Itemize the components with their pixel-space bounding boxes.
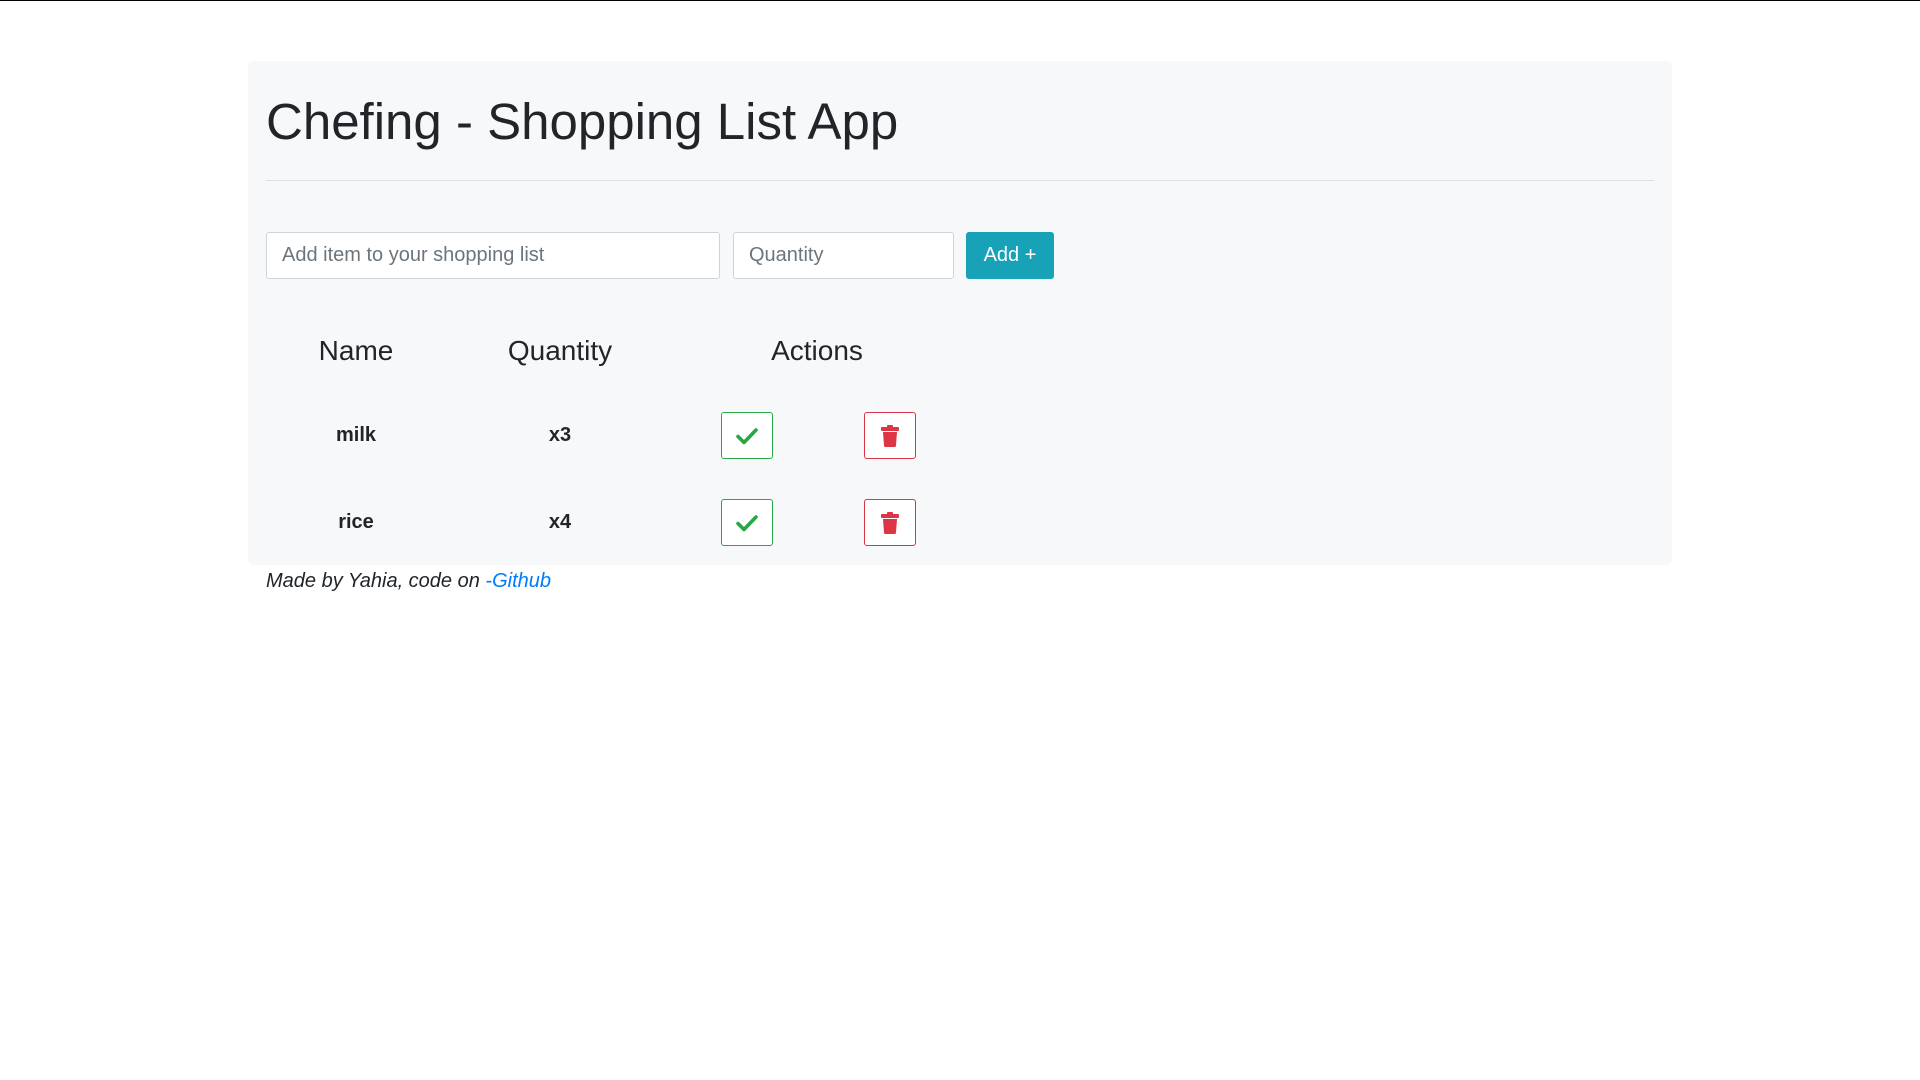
item-quantity: x3 (548, 424, 572, 446)
trash-icon (881, 424, 899, 447)
checkmark-icon (736, 514, 758, 531)
quantity-input[interactable] (733, 232, 954, 279)
trash-icon (881, 511, 899, 534)
page-title: Chefing - Shopping List App (266, 93, 899, 150)
top-border (0, 0, 1920, 1)
title-divider (266, 180, 1654, 181)
github-link[interactable]: -Github (485, 570, 551, 592)
item-quantity: x4 (548, 511, 572, 533)
footer: Made by Yahia, code on -Github (266, 570, 551, 593)
table-row: milk x3 (248, 412, 1008, 459)
app-panel: Chefing - Shopping List App Add + Name Q… (248, 61, 1672, 565)
delete-button[interactable] (864, 412, 916, 459)
checkmark-icon (736, 427, 758, 444)
column-header-actions: Actions (771, 335, 863, 366)
item-name: rice (338, 511, 374, 533)
column-header-quantity: Quantity (507, 335, 613, 366)
item-input[interactable] (266, 232, 720, 279)
table-row: rice x4 (248, 499, 1008, 546)
item-name: milk (335, 424, 377, 446)
delete-button[interactable] (864, 499, 916, 546)
column-header-name: Name (318, 335, 394, 366)
footer-text: Made by Yahia, code on (266, 570, 486, 592)
mark-done-button[interactable] (721, 499, 773, 546)
add-button[interactable]: Add + (966, 232, 1054, 279)
mark-done-button[interactable] (721, 412, 773, 459)
